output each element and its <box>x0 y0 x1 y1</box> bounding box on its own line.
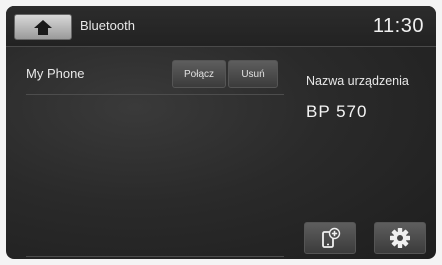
list-divider <box>26 256 284 257</box>
device-name-value: BP 570 <box>306 102 368 121</box>
delete-button[interactable]: Usuń <box>228 60 278 88</box>
connect-button[interactable]: Połącz <box>172 60 226 88</box>
clock: 11:30 <box>372 15 424 37</box>
screen: Bluetooth 11:30 My Phone Połącz Usuń Naz… <box>6 6 436 259</box>
add-phone-icon <box>322 227 341 248</box>
add-device-button[interactable] <box>304 222 356 254</box>
home-icon <box>34 20 52 35</box>
gear-icon <box>390 228 410 248</box>
top-bar: Bluetooth 11:30 <box>6 6 436 47</box>
page-title: Bluetooth <box>80 18 135 33</box>
home-button[interactable] <box>14 14 72 40</box>
device-name-label: Nazwa urządzenia <box>306 74 409 88</box>
list-divider <box>26 94 284 95</box>
device-name: My Phone <box>26 66 85 81</box>
settings-button[interactable] <box>374 222 426 254</box>
device-frame: Bluetooth 11:30 My Phone Połącz Usuń Naz… <box>0 0 442 265</box>
